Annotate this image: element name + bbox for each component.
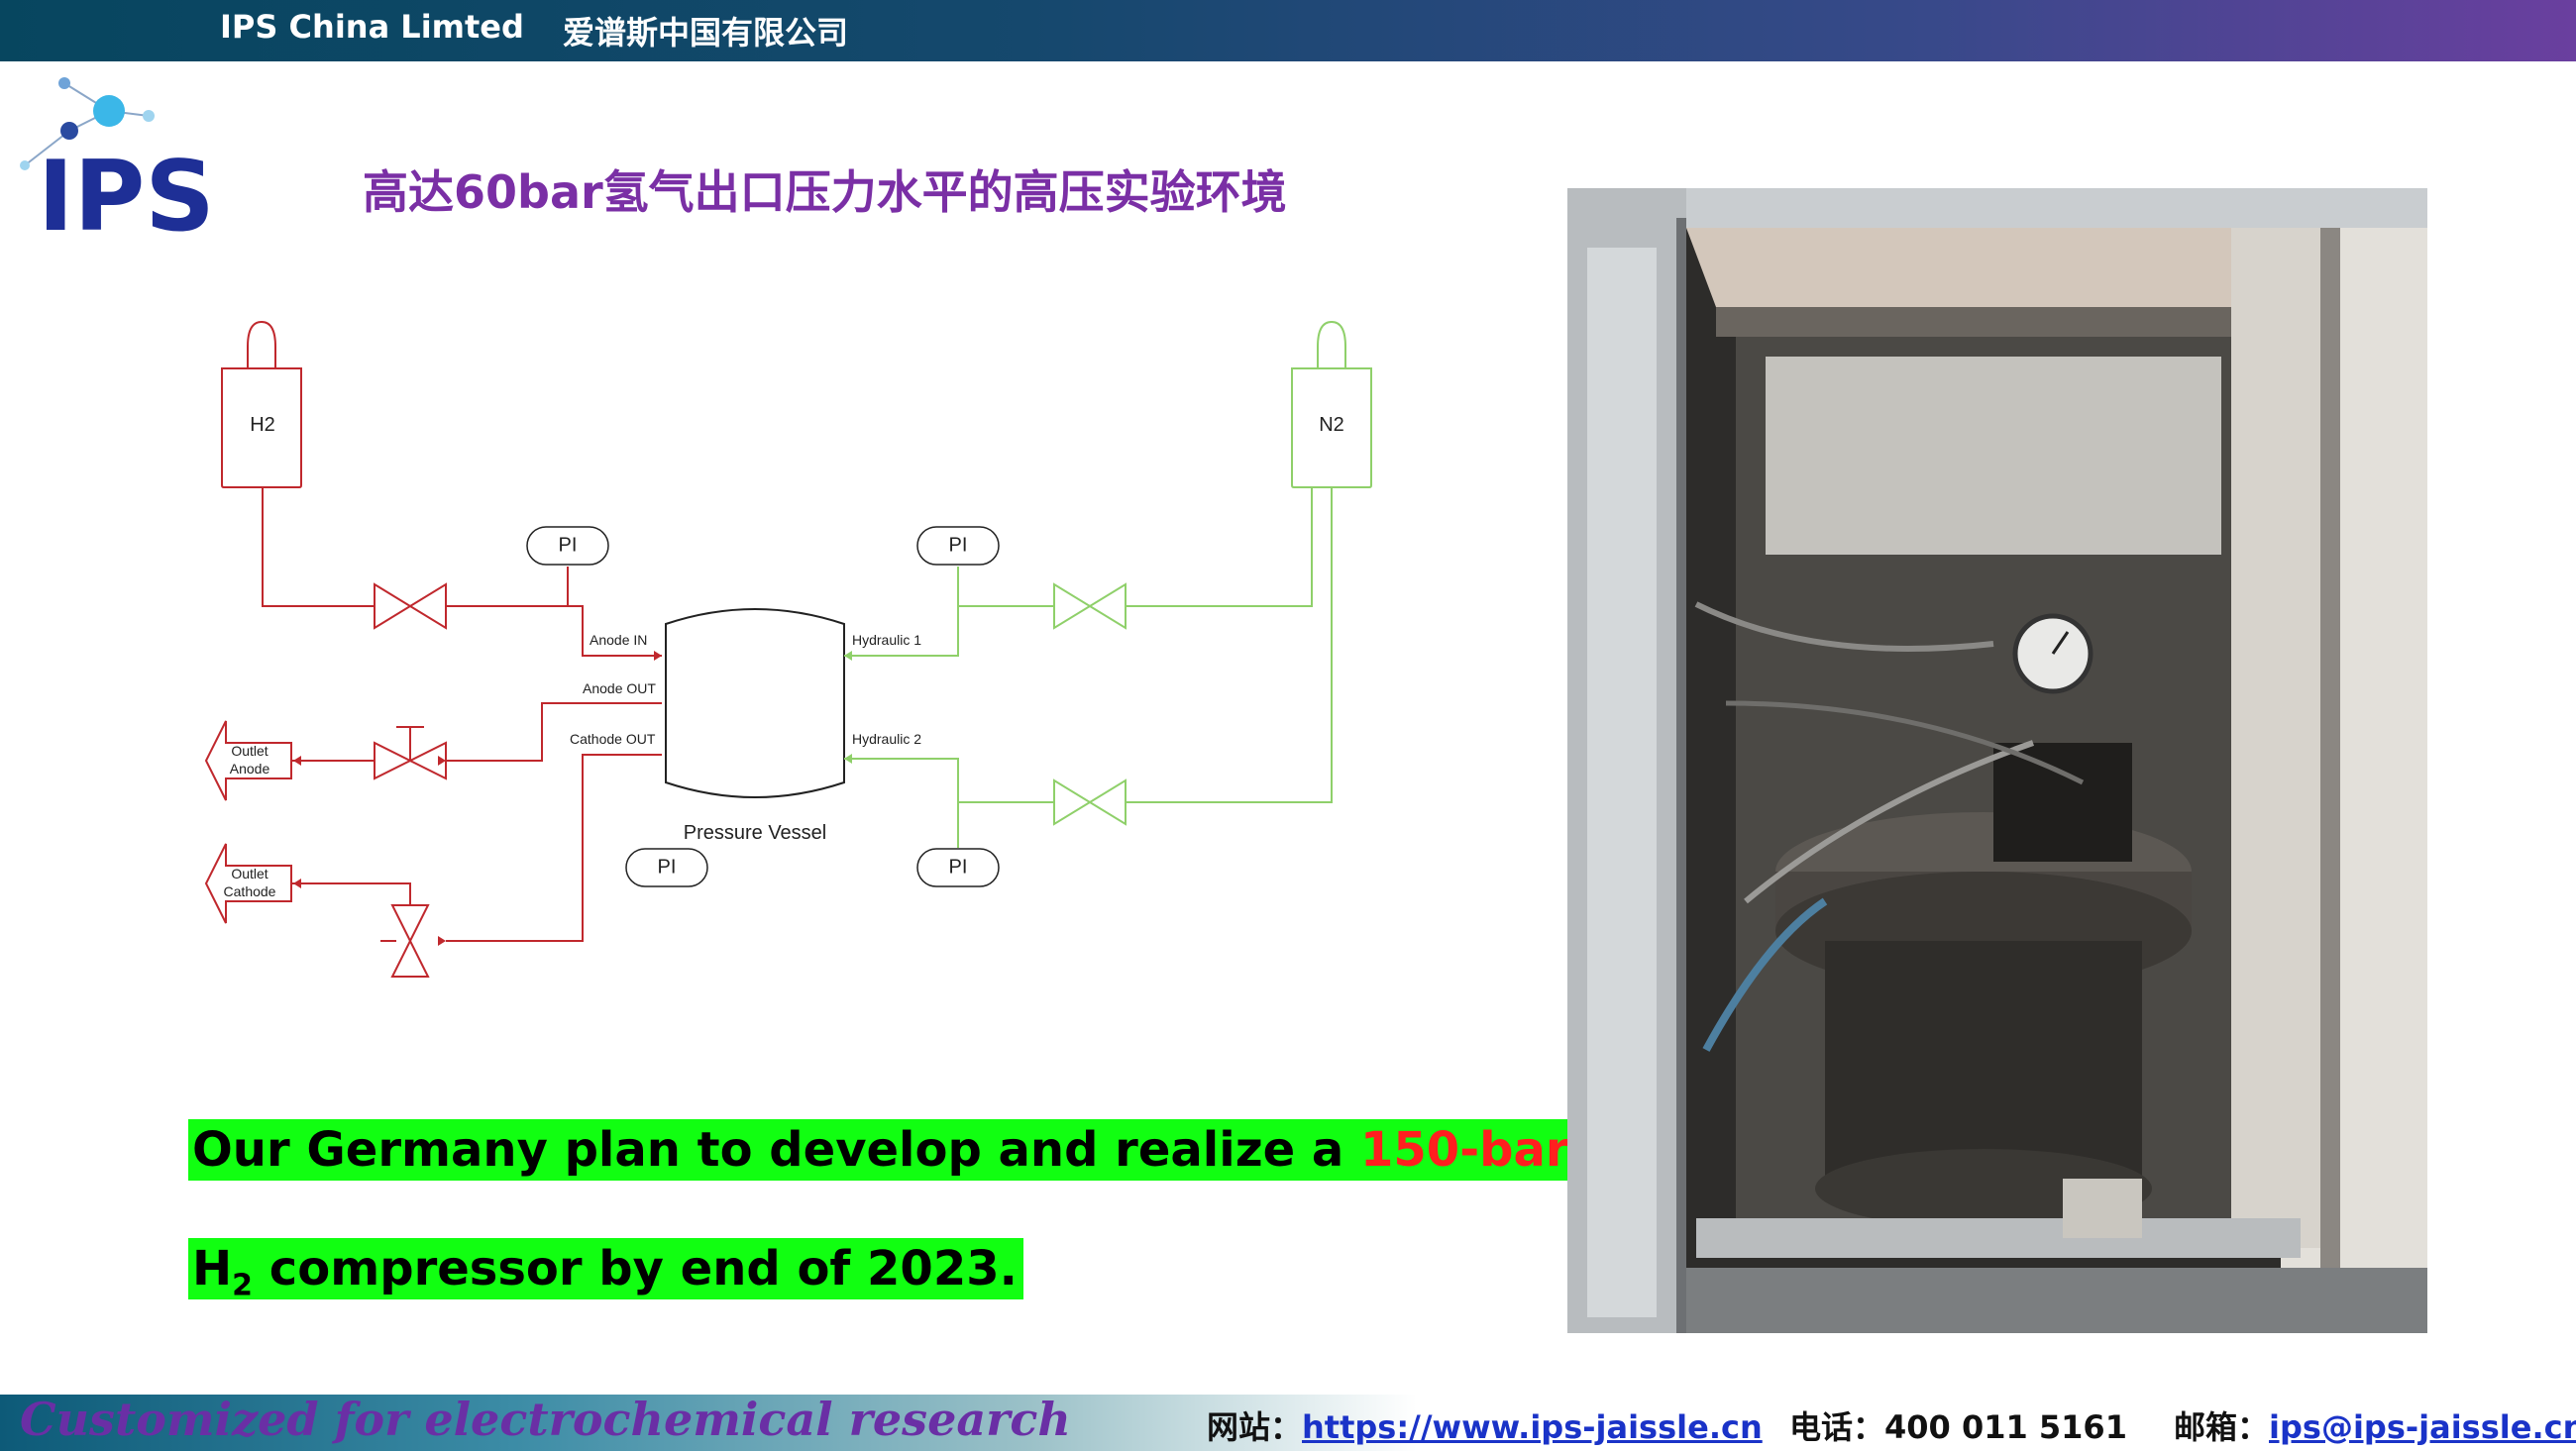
header-bar: IPS China Limted 爱谱斯中国有限公司 <box>0 0 2576 61</box>
website-link[interactable]: https://www.ips-jaissle.cn <box>1302 1408 1763 1446</box>
pi-label: PI <box>559 534 578 556</box>
email-label: 邮箱： <box>2174 1408 2270 1446</box>
pressure-vessel <box>665 608 845 798</box>
plan-h-symbol: H <box>192 1241 233 1296</box>
plan-text-2: compressor by end of 2023. <box>253 1241 1018 1296</box>
plan-pressure-value: 150-bar <box>1360 1122 1569 1178</box>
h2-cylinder <box>221 320 302 488</box>
email-link[interactable]: ips@ips-jaissle.cn <box>2269 1408 2576 1446</box>
cathode-out-label: Cathode OUT <box>570 731 656 747</box>
plan-highlight-line-1: Our Germany plan to develop and realize … <box>188 1119 1645 1181</box>
anode-in-label: Anode IN <box>590 632 647 648</box>
outlet-cathode-label-2: Cathode <box>224 883 276 899</box>
pi-label: PI <box>949 856 968 878</box>
pi-label: PI <box>658 856 677 878</box>
n2-cylinder <box>1291 320 1372 488</box>
plan-h-subscript: 2 <box>232 1268 254 1303</box>
hydraulic-1-label: Hydraulic 1 <box>852 632 921 648</box>
outlet-cathode-label: Outlet <box>231 866 268 881</box>
h2-supply-line <box>262 487 662 657</box>
company-name-cn: 爱谱斯中国有限公司 <box>563 14 849 52</box>
outlet-anode-label-2: Anode <box>230 761 270 777</box>
footer-email: 邮箱：ips@ips-jaissle.cn <box>2174 1402 2576 1448</box>
anode-out-label: Anode OUT <box>583 680 656 696</box>
hydraulic-2-label: Hydraulic 2 <box>852 731 921 747</box>
pi-label: PI <box>949 534 968 556</box>
phone-label: 电话： <box>1789 1408 1885 1446</box>
h2-label: H2 <box>250 414 275 436</box>
test-rig-photo <box>1567 188 2427 1333</box>
footer-phone: 电话：400 011 5161 <box>1789 1402 2127 1448</box>
outlet-anode-label: Outlet <box>231 743 268 759</box>
footer-website: 网站：https://www.ips-jaissle.cn <box>1207 1402 1763 1448</box>
pressure-vessel-label: Pressure Vessel <box>684 822 827 844</box>
ips-logo: IPS <box>20 77 215 240</box>
phone-number: 400 011 5161 <box>1884 1408 2127 1446</box>
process-flow-diagram: H2 N2 Outlet Anode Outlet Cathode PI PI … <box>204 320 1372 978</box>
cathode-out-line <box>291 754 662 978</box>
footer-tagline: Customized for electrochemical research <box>20 1393 1071 1446</box>
slide-title: 高达60bar氢气出口压力水平的高压实验环境 <box>363 165 1287 219</box>
logo-text: IPS <box>38 141 215 240</box>
plan-text-1: Our Germany plan to develop and realize … <box>192 1122 1360 1178</box>
n2-label: N2 <box>1319 414 1344 436</box>
website-label: 网站： <box>1207 1408 1303 1446</box>
plan-highlight-line-2: H2 compressor by end of 2023. <box>188 1238 1023 1303</box>
company-name-en: IPS China Limted <box>220 8 524 46</box>
